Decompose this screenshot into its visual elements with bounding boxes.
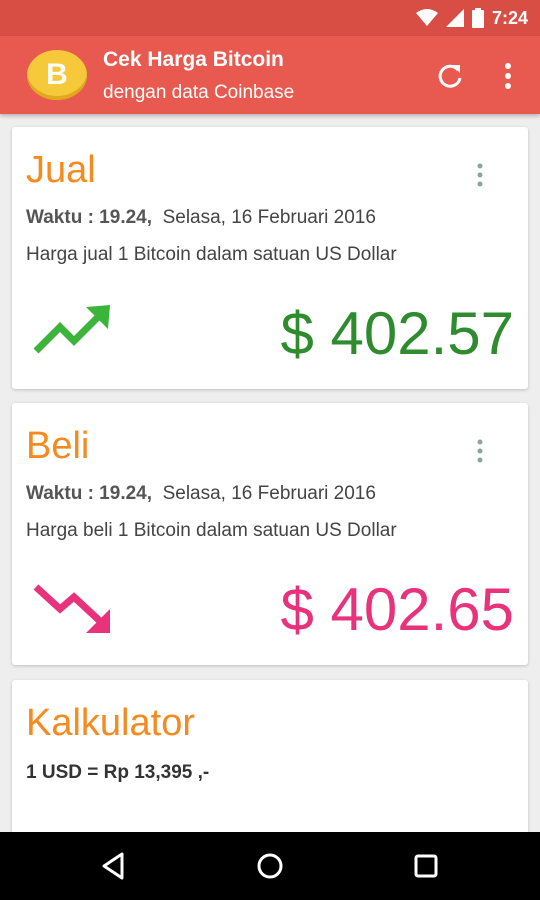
buy-time-row: Waktu : 19.24, Selasa, 16 Februari 2016 — [26, 483, 376, 505]
bitcoin-logo: B — [27, 50, 87, 100]
trending-down-icon — [33, 584, 110, 633]
wifi-icon — [415, 9, 438, 26]
buy-price: $ 402.65 — [280, 576, 514, 643]
calculator-card: Kalkulator 1 USD = Rp 13,395 ,- — [12, 680, 528, 850]
trending-up-icon — [33, 305, 110, 354]
back-icon[interactable] — [98, 850, 130, 882]
buy-description: Harga beli 1 Bitcoin dalam satuan US Dol… — [26, 520, 397, 541]
status-time: 7:24 — [491, 7, 528, 28]
sell-card-title: Jual — [26, 149, 96, 191]
sell-card: Jual Waktu : 19.24, Selasa, 16 Februari … — [12, 127, 528, 389]
signal-icon — [445, 9, 464, 27]
recents-icon[interactable] — [410, 850, 442, 882]
sell-card-menu-icon[interactable] — [472, 161, 488, 191]
sell-time-label: Waktu : 19.24, — [26, 207, 153, 228]
app-title: Cek Harga Bitcoin — [103, 48, 284, 71]
buy-card-title: Beli — [26, 425, 90, 467]
sell-date: Selasa, 16 Februari 2016 — [162, 207, 376, 228]
battery-icon — [471, 8, 484, 28]
status-icons: 7:24 — [415, 7, 528, 28]
sell-price: $ 402.57 — [280, 300, 514, 367]
refresh-icon[interactable] — [436, 62, 464, 90]
app-subtitle: dengan data Coinbase — [103, 82, 295, 103]
overflow-menu-icon[interactable] — [496, 60, 520, 92]
buy-time-label: Waktu : 19.24, — [26, 483, 153, 504]
status-bar: 7:24 — [0, 0, 540, 36]
navigation-bar — [0, 832, 540, 900]
buy-card: Beli Waktu : 19.24, Selasa, 16 Februari … — [12, 403, 528, 665]
exchange-rate: 1 USD = Rp 13,395 ,- — [26, 762, 210, 783]
buy-date: Selasa, 16 Februari 2016 — [162, 483, 376, 504]
sell-description: Harga jual 1 Bitcoin dalam satuan US Dol… — [26, 244, 397, 265]
sell-time-row: Waktu : 19.24, Selasa, 16 Februari 2016 — [26, 207, 376, 229]
buy-card-menu-icon[interactable] — [472, 437, 488, 467]
calculator-title: Kalkulator — [26, 702, 195, 744]
app-bar: B Cek Harga Bitcoin dengan data Coinbase — [0, 36, 540, 114]
home-icon[interactable] — [254, 850, 286, 882]
